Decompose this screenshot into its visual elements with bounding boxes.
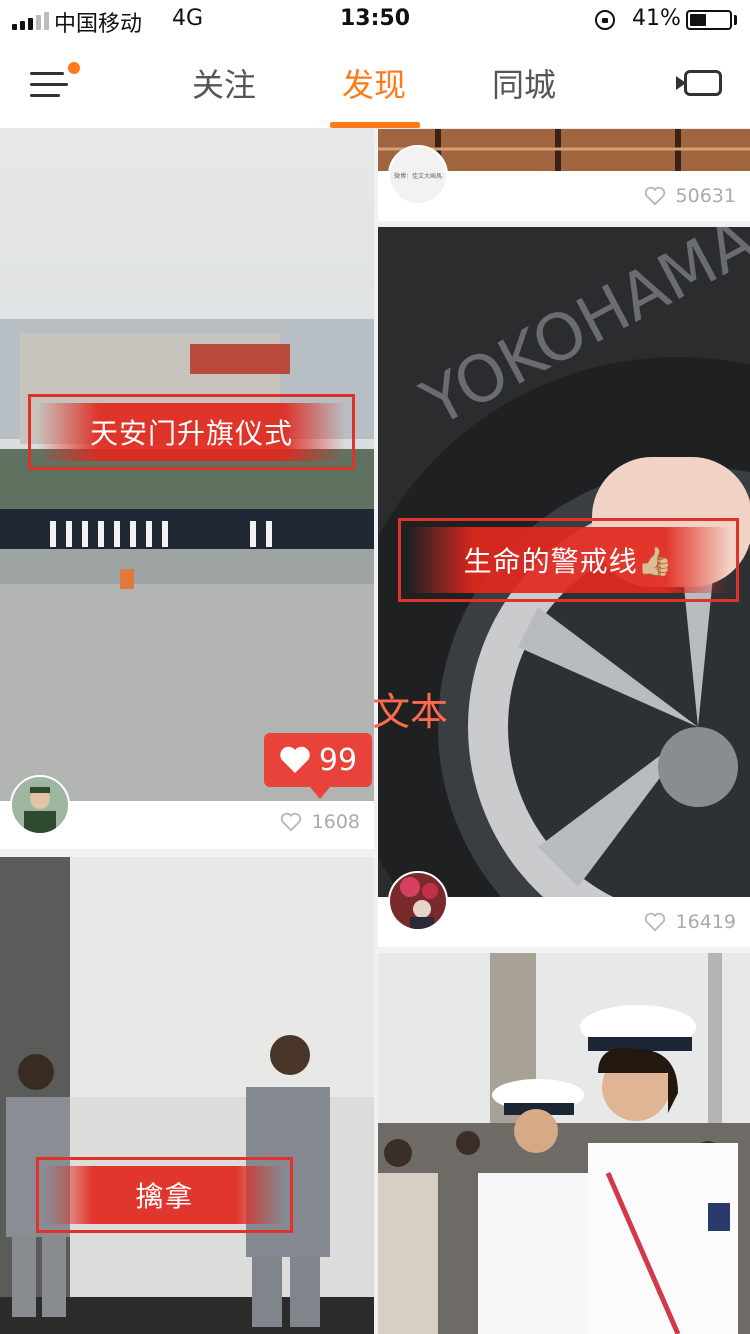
card-footer: 1608: [0, 775, 374, 849]
battery-percent: 41%: [632, 6, 681, 31]
tab-follow[interactable]: 关注: [164, 60, 284, 106]
video-thumbnail[interactable]: [378, 953, 750, 1334]
video-title: 天安门升旗仪式: [89, 417, 293, 450]
like-count-row[interactable]: 1608: [280, 811, 360, 833]
video-feed[interactable]: 天安门升旗仪式 99 1608 擒拿 微博：佳文大画馬 50631 YOKOHA…: [0, 129, 750, 1334]
avatar[interactable]: [388, 871, 448, 931]
battery-cap: [734, 15, 737, 25]
top-nav: 关注 发现 同城: [0, 40, 750, 129]
like-count: 1608: [311, 811, 360, 833]
like-count-row[interactable]: 50631: [644, 185, 736, 207]
like-count-row[interactable]: 16419: [644, 911, 736, 933]
heart-icon: [280, 746, 310, 773]
video-card-tire[interactable]: YOKOHAMA 生命的警戒线👍🏼 16419: [378, 227, 750, 947]
video-title: 擒拿: [135, 1180, 194, 1213]
avatar-caption: 微博：佳文大画馬: [393, 172, 442, 180]
active-tab-indicator: [330, 122, 420, 128]
cast-button[interactable]: [672, 68, 726, 100]
like-count: 16419: [675, 911, 736, 933]
video-card-flag-ceremony[interactable]: 天安门升旗仪式 99 1608: [0, 129, 374, 849]
heart-icon: [644, 912, 665, 932]
lock-rotation-icon: [595, 10, 615, 30]
card-footer: 16419: [378, 871, 750, 947]
video-card-sailors[interactable]: [378, 953, 750, 1334]
hot-like-badge[interactable]: 99: [264, 733, 372, 799]
thumbnail-image: [378, 953, 750, 1334]
like-count: 50631: [675, 185, 736, 207]
menu-button[interactable]: [30, 62, 80, 102]
status-bar: 中国移动 4G 13:50 41%: [0, 0, 750, 40]
tab-nearby[interactable]: 同城: [464, 60, 584, 106]
hot-like-count: 99: [318, 742, 358, 778]
video-card-top[interactable]: 微博：佳文大画馬 50631: [378, 129, 750, 221]
title-label: 天安门升旗仪式: [28, 394, 355, 470]
heart-icon: [644, 186, 665, 206]
title-label: 生命的警戒线👍🏼: [398, 518, 739, 602]
heart-icon: [280, 812, 301, 832]
battery-icon: [686, 10, 732, 30]
video-thumbnail[interactable]: YOKOHAMA 生命的警戒线👍🏼: [378, 227, 750, 897]
notification-dot-icon: [68, 62, 80, 74]
video-thumbnail[interactable]: 擒拿: [0, 857, 374, 1334]
tab-discover[interactable]: 发现: [314, 60, 434, 106]
avatar[interactable]: 微博：佳文大画馬: [388, 145, 448, 205]
overlay-text: 文本: [372, 690, 449, 734]
video-thumbnail[interactable]: 天安门升旗仪式 99: [0, 129, 374, 801]
thumbnail-image: [0, 857, 374, 1334]
video-title: 生命的警戒线👍🏼: [463, 545, 674, 578]
title-label: 擒拿: [36, 1157, 293, 1233]
card-footer: 微博：佳文大画馬 50631: [378, 145, 750, 221]
avatar[interactable]: [10, 775, 70, 835]
video-card-qinna[interactable]: 擒拿: [0, 857, 374, 1334]
